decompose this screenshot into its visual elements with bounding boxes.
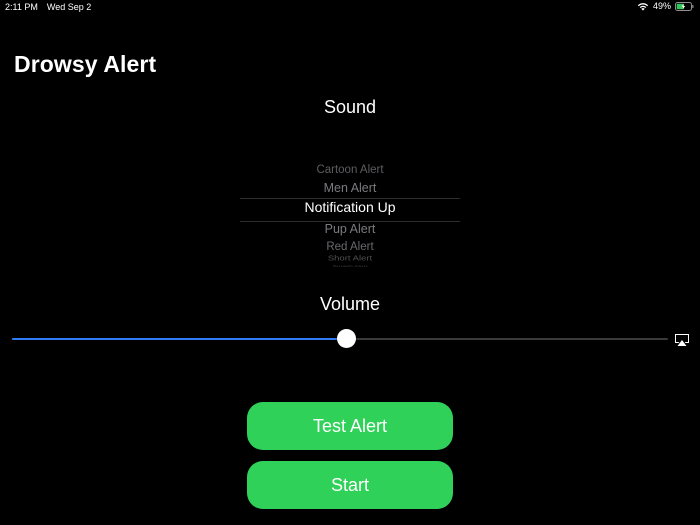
status-left: 2:11 PM Wed Sep 2 bbox=[5, 2, 91, 12]
status-time: 2:11 PM bbox=[5, 2, 38, 12]
wifi-icon bbox=[637, 2, 649, 11]
sound-label: Sound bbox=[323, 97, 377, 117]
volume-slider-thumb[interactable] bbox=[337, 329, 357, 348]
app-title: Drowsy Alert bbox=[14, 51, 157, 77]
airplay-icon[interactable] bbox=[674, 333, 690, 347]
volume-slider[interactable] bbox=[12, 329, 668, 349]
picker-item[interactable]: Pup Alert bbox=[240, 222, 460, 237]
sound-picker[interactable]: Cartoon Alert Men Alert Notification Up Pup… bbox=[240, 160, 460, 270]
picker-item[interactable]: Red Alert bbox=[240, 241, 460, 254]
start-button[interactable]: Start bbox=[247, 461, 453, 509]
picker-item[interactable]: Men Alert bbox=[240, 181, 460, 196]
picker-item[interactable]: Smash Alert bbox=[240, 265, 460, 268]
volume-slider-fill bbox=[12, 338, 347, 340]
battery-icon bbox=[675, 1, 694, 11]
app-screen: 2:11 PM Wed Sep 2 49% Drowsy Alert Sound… bbox=[0, 0, 700, 525]
status-bar: 2:11 PM Wed Sep 2 49% bbox=[0, 0, 700, 14]
picker-item[interactable]: Cartoon Alert bbox=[240, 164, 460, 177]
test-alert-button[interactable]: Test Alert bbox=[247, 402, 453, 450]
picker-item[interactable]: Short Alert bbox=[240, 255, 460, 263]
volume-label: Volume bbox=[319, 294, 381, 314]
status-date: Wed Sep 2 bbox=[46, 2, 92, 12]
picker-item-selected[interactable]: Notification Up bbox=[240, 199, 460, 215]
status-right: 49% bbox=[637, 1, 694, 11]
battery-percent: 49% bbox=[652, 1, 671, 11]
